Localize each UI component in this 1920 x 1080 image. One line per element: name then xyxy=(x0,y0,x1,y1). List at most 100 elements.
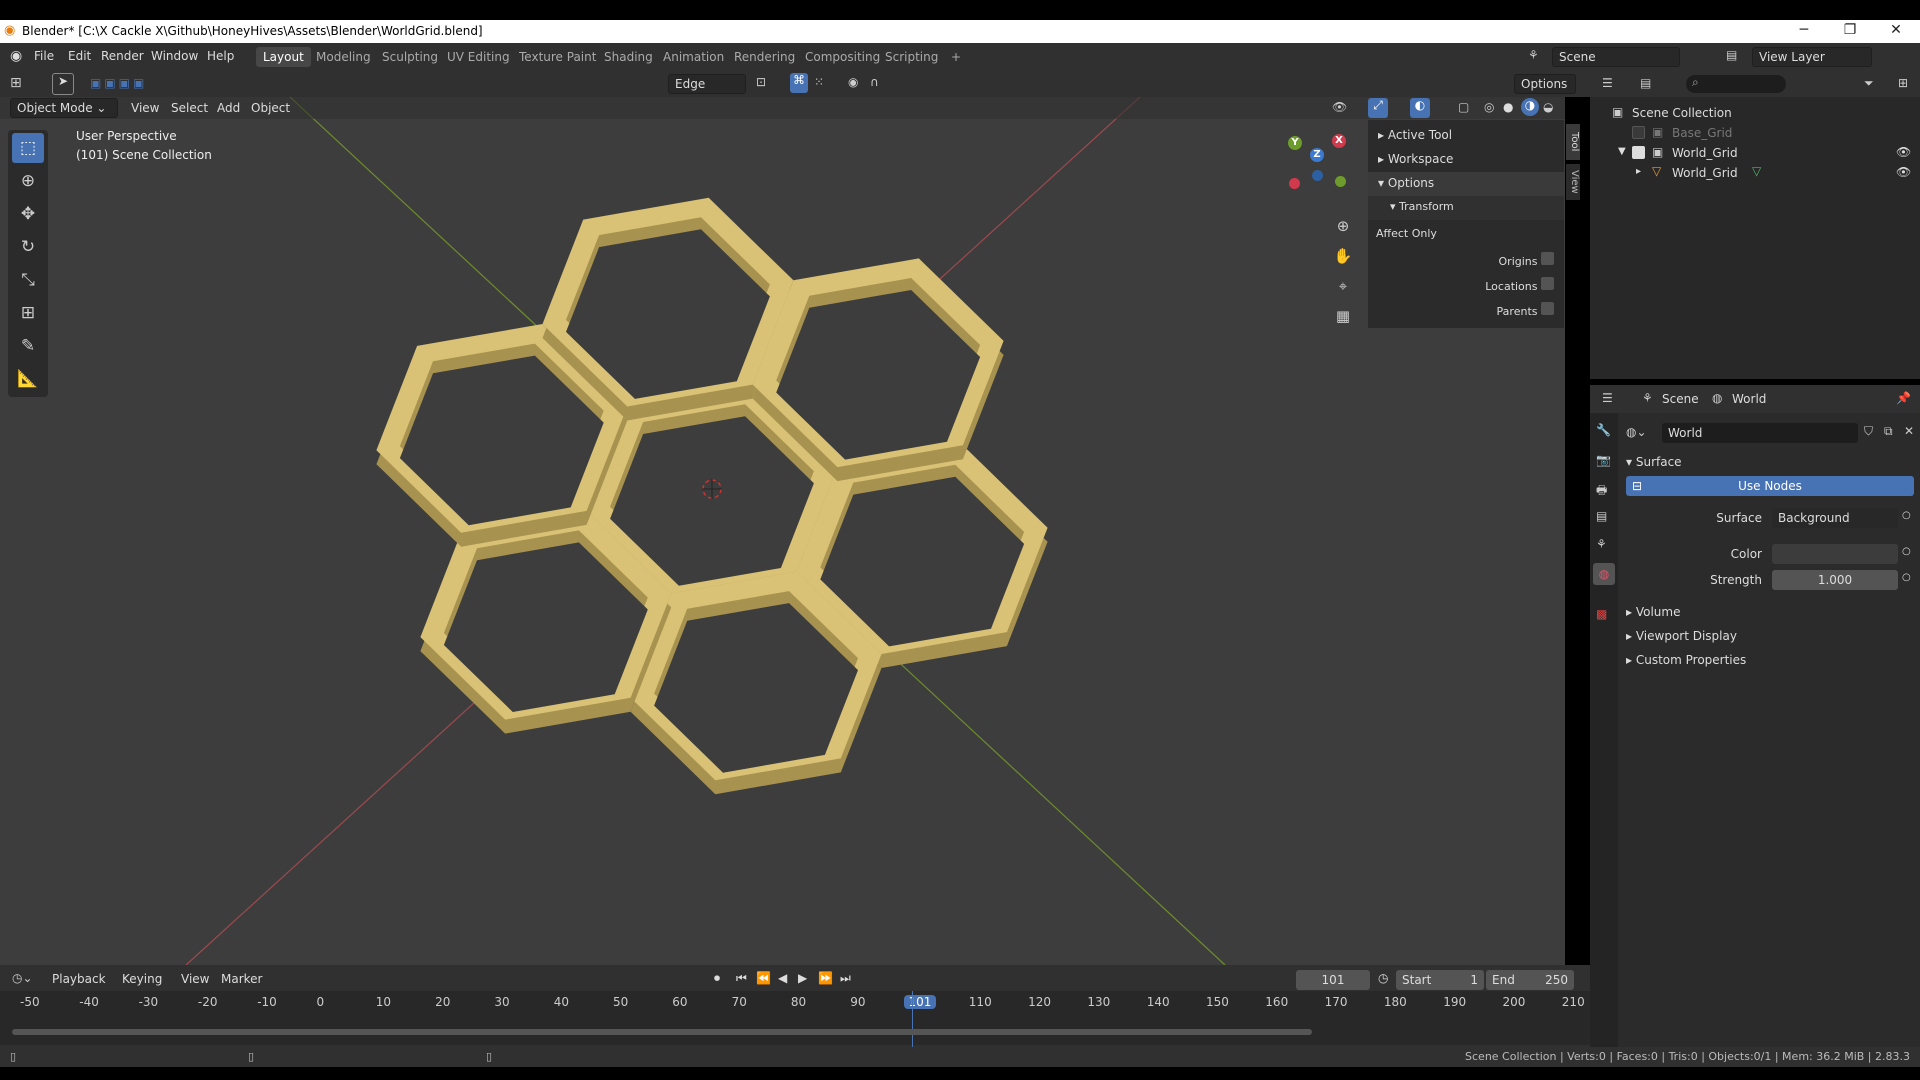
gizmo-neg-z[interactable] xyxy=(1312,170,1323,181)
surface-section-header[interactable]: ▾ Surface xyxy=(1618,450,1920,474)
scene-selector[interactable]: Scene xyxy=(1552,47,1680,67)
breadcrumb-scene[interactable]: Scene xyxy=(1662,392,1699,406)
gizmo-z-axis[interactable]: Z xyxy=(1310,148,1324,162)
display-mode-icon[interactable]: ▤ xyxy=(1640,76,1651,90)
editor-type-icon[interactable]: ☰ xyxy=(1602,76,1613,90)
transform-tool-icon[interactable]: ⊞ xyxy=(12,298,44,328)
close-button[interactable]: ✕ xyxy=(1876,22,1916,38)
tool-tab-icon[interactable]: 🔧 xyxy=(1596,423,1611,437)
preview-range-icon[interactable]: ◷ xyxy=(1378,971,1388,985)
timeline-menu-playback[interactable]: Playback xyxy=(52,972,106,986)
selection-mode-icons[interactable]: ▣▣▣▣ xyxy=(90,76,180,92)
pin-icon[interactable]: 📌 xyxy=(1896,391,1911,405)
origins-row[interactable]: Origins xyxy=(1468,252,1554,268)
volume-section-header[interactable]: ▸ Volume xyxy=(1618,600,1920,624)
outliner-row-scene-collection[interactable]: ▣ Scene Collection xyxy=(1590,103,1920,123)
parents-row[interactable]: Parents xyxy=(1468,302,1554,318)
tab-sculpting[interactable]: Sculpting xyxy=(375,47,445,67)
view-layer-selector[interactable]: View Layer xyxy=(1752,47,1872,67)
viewport-menu-select[interactable]: Select xyxy=(171,101,208,115)
solid-shading-icon[interactable]: ● xyxy=(1503,100,1513,114)
tab-scripting[interactable]: Scripting xyxy=(878,47,945,67)
scale-tool-icon[interactable]: ⤡ xyxy=(12,265,44,295)
locations-row[interactable]: Locations xyxy=(1468,277,1554,293)
workspace-section[interactable]: ▸ Workspace xyxy=(1368,148,1564,172)
tab-animation[interactable]: Animation xyxy=(656,47,731,67)
3d-viewport[interactable]: User Perspective (101) Scene Collection … xyxy=(0,97,1565,965)
start-frame-field[interactable]: Start 1 xyxy=(1396,970,1484,990)
view-layer-icon[interactable]: ▤ xyxy=(1726,48,1737,62)
jump-start-icon[interactable]: ⏮ xyxy=(736,971,747,986)
select-mode-dropdown[interactable]: Edge xyxy=(668,74,746,94)
object-mode-dropdown[interactable]: Object Mode ⌄ xyxy=(10,98,118,118)
world-browse-icon[interactable]: ◍⌄ xyxy=(1626,425,1647,439)
world-tab-icon[interactable]: ◍ xyxy=(1593,563,1615,585)
viewport-display-section-header[interactable]: ▸ Viewport Display xyxy=(1618,624,1920,648)
tab-texture-paint[interactable]: Texture Paint xyxy=(512,47,603,67)
move-tool-icon[interactable]: ✥ xyxy=(12,199,44,229)
snap-target-icon[interactable]: ⁙ xyxy=(814,75,824,89)
socket-link-icon[interactable]: ○ xyxy=(1902,572,1911,583)
strength-field[interactable]: 1.000 xyxy=(1772,570,1898,590)
material-shading-icon[interactable]: ◑ xyxy=(1521,98,1539,116)
overlay-toggle-icon[interactable]: ◐ xyxy=(1410,98,1430,118)
gizmo-neg-x[interactable] xyxy=(1289,178,1300,189)
play-icon[interactable]: ▶ xyxy=(798,971,807,985)
options-section[interactable]: ▾ Options xyxy=(1368,172,1564,196)
gizmo-y-axis[interactable]: Y xyxy=(1288,136,1302,150)
unlink-icon[interactable]: ✕ xyxy=(1904,424,1914,438)
editor-type-icon[interactable]: ◷⌄ xyxy=(12,971,33,985)
output-tab-icon[interactable]: 🖶 xyxy=(1596,481,1607,502)
camera-icon[interactable]: ⌖ xyxy=(1331,274,1355,298)
parents-checkbox[interactable] xyxy=(1541,302,1554,315)
menu-edit[interactable]: Edit xyxy=(68,49,91,63)
play-reverse-icon[interactable]: ◀ xyxy=(778,971,787,985)
timeline-menu-marker[interactable]: Marker xyxy=(221,972,262,986)
tab-modeling[interactable]: Modeling xyxy=(309,47,378,67)
annotate-tool-icon[interactable]: ✎ xyxy=(12,331,44,361)
options-dropdown[interactable]: Options xyxy=(1514,74,1576,94)
zoom-icon[interactable]: ⊕ xyxy=(1331,214,1355,238)
tab-tool[interactable]: Tool xyxy=(1566,124,1580,160)
cursor-tool-icon[interactable]: ⊕ xyxy=(12,166,44,196)
gizmo-neg-y[interactable] xyxy=(1335,176,1346,187)
end-frame-field[interactable]: End 250 xyxy=(1486,970,1574,990)
visibility-eye-icon[interactable]: 👁 xyxy=(1896,145,1911,159)
transform-subsection[interactable]: ▾ Transform xyxy=(1368,196,1564,220)
visibility-eye-icon[interactable]: 👁 xyxy=(1896,165,1911,179)
timeline-menu-view[interactable]: View xyxy=(181,972,209,986)
timeline-menu-keying[interactable]: Keying xyxy=(122,972,162,986)
rotate-tool-icon[interactable]: ↻ xyxy=(12,232,44,262)
world-name-field[interactable]: World xyxy=(1662,423,1858,443)
xray-icon[interactable]: ▢ xyxy=(1458,100,1469,114)
tab-shading[interactable]: Shading xyxy=(597,47,660,67)
pivot-icon[interactable]: ⊡ xyxy=(756,75,766,89)
tab-uv-editing[interactable]: UV Editing xyxy=(440,47,517,67)
menu-render[interactable]: Render xyxy=(101,49,144,63)
maximize-button[interactable]: ❐ xyxy=(1830,22,1870,38)
custom-properties-section-header[interactable]: ▸ Custom Properties xyxy=(1618,648,1920,672)
scene-icon[interactable]: ⚘ xyxy=(1528,48,1539,62)
add-workspace-button[interactable]: + xyxy=(944,47,968,67)
fake-user-icon[interactable]: ⛉ xyxy=(1864,424,1873,439)
timeline-scrollbar[interactable] xyxy=(12,1029,1312,1035)
visibility-icon[interactable]: 👁 xyxy=(1332,100,1347,114)
origins-checkbox[interactable] xyxy=(1541,252,1554,265)
current-frame-field[interactable]: 101 xyxy=(1296,970,1370,990)
jump-keyframe-back-icon[interactable]: ⏪ xyxy=(756,971,771,985)
tab-layout[interactable]: Layout xyxy=(256,47,311,67)
menu-window[interactable]: Window xyxy=(151,49,198,63)
duplicate-icon[interactable]: ⧉ xyxy=(1884,424,1893,439)
tab-rendering[interactable]: Rendering xyxy=(727,47,802,67)
proportional-edit-icon[interactable]: ◉ xyxy=(848,75,858,89)
socket-link-icon[interactable]: ○ xyxy=(1902,510,1911,521)
jump-keyframe-forward-icon[interactable]: ⏩ xyxy=(818,971,833,985)
playhead[interactable] xyxy=(912,991,913,1047)
locations-checkbox[interactable] xyxy=(1541,277,1554,290)
viewport-menu-view[interactable]: View xyxy=(131,101,159,115)
outliner-search-input[interactable]: ⌕ xyxy=(1686,75,1786,93)
viewport-menu-add[interactable]: Add xyxy=(217,101,240,115)
use-nodes-button[interactable]: ⊟ Use Nodes xyxy=(1626,476,1914,496)
measure-tool-icon[interactable]: 📐 xyxy=(12,364,44,394)
falloff-icon[interactable]: ∩ xyxy=(870,75,879,89)
